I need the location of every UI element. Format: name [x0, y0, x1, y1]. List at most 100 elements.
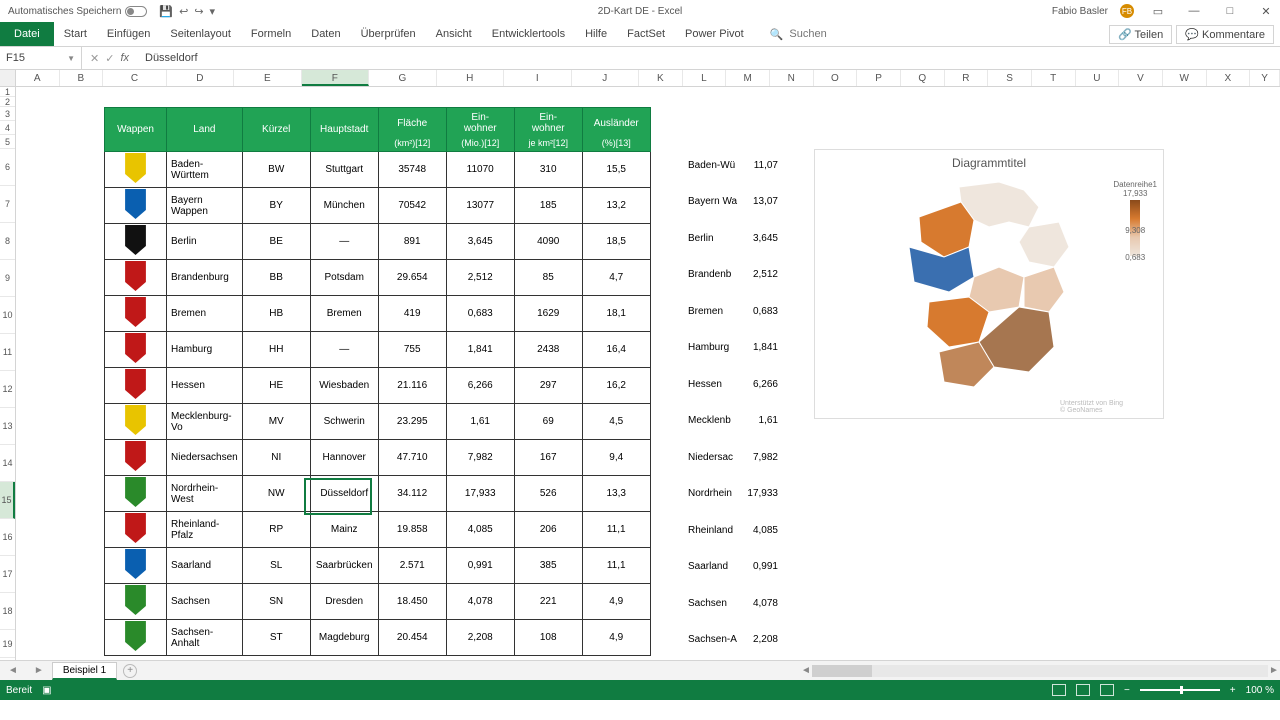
- cell-flaeche[interactable]: 23.295: [378, 404, 446, 440]
- cell-kuerzel[interactable]: MV: [242, 404, 310, 440]
- table-row[interactable]: Sachsen-Anhalt ST Magdeburg 20.454 2,208…: [105, 620, 651, 656]
- cell-land[interactable]: Sachsen: [167, 584, 243, 620]
- tab-factset[interactable]: FactSet: [617, 22, 675, 46]
- horizontal-scrollbar[interactable]: ◄►: [800, 665, 1280, 677]
- cell-land[interactable]: Hessen: [167, 368, 243, 404]
- cell-hauptstadt[interactable]: Wiesbaden: [310, 368, 378, 404]
- row-header-18[interactable]: 18: [0, 593, 15, 630]
- avatar[interactable]: FB: [1120, 4, 1134, 18]
- cell-auslaender[interactable]: 18,5: [582, 224, 650, 260]
- cell-einwohner-km2[interactable]: 310: [514, 152, 582, 188]
- cell-flaeche[interactable]: 21.116: [378, 368, 446, 404]
- close-icon[interactable]: ✕: [1254, 5, 1278, 18]
- cell-einwohner[interactable]: 3,645: [446, 224, 514, 260]
- table-row[interactable]: Hessen HE Wiesbaden 21.116 6,266 297 16,…: [105, 368, 651, 404]
- sheet-nav-prev[interactable]: ◄: [0, 665, 26, 676]
- undo-icon[interactable]: ↩: [179, 5, 188, 18]
- cell-auslaender[interactable]: 18,1: [582, 296, 650, 332]
- row-header-6[interactable]: 6: [0, 149, 15, 186]
- cell-einwohner[interactable]: 0,991: [446, 548, 514, 584]
- row-header-17[interactable]: 17: [0, 556, 15, 593]
- cell-einwohner[interactable]: 17,933: [446, 476, 514, 512]
- side-row[interactable]: Niedersac7,982: [688, 439, 778, 476]
- zoom-out-icon[interactable]: −: [1124, 685, 1130, 696]
- cell-land[interactable]: Sachsen-Anhalt: [167, 620, 243, 656]
- cell-kuerzel[interactable]: NI: [242, 440, 310, 476]
- col-header-C[interactable]: C: [103, 70, 167, 86]
- cell-einwohner[interactable]: 4,085: [446, 512, 514, 548]
- cell-kuerzel[interactable]: BW: [242, 152, 310, 188]
- cell-flaeche[interactable]: 20.454: [378, 620, 446, 656]
- col-header-W[interactable]: W: [1163, 70, 1207, 86]
- cancel-formula-icon[interactable]: ✕: [90, 52, 99, 65]
- row-header-15[interactable]: 15: [0, 482, 15, 519]
- save-icon[interactable]: 💾: [159, 5, 173, 18]
- sheet-nav-next[interactable]: ►: [26, 665, 52, 676]
- side-row[interactable]: Sachsen-A2,208: [688, 622, 778, 659]
- row-header-7[interactable]: 7: [0, 186, 15, 223]
- cell-kuerzel[interactable]: BY: [242, 188, 310, 224]
- row-header-1[interactable]: 1: [0, 87, 15, 97]
- table-row[interactable]: Bayern Wappen BY München 70542 13077 185…: [105, 188, 651, 224]
- row-header-11[interactable]: 11: [0, 334, 15, 371]
- col-header-M[interactable]: M: [726, 70, 770, 86]
- side-row[interactable]: Hamburg1,841: [688, 330, 778, 367]
- view-normal-icon[interactable]: [1052, 684, 1066, 696]
- cell-auslaender[interactable]: 11,1: [582, 512, 650, 548]
- cell-auslaender[interactable]: 16,4: [582, 332, 650, 368]
- col-header-F[interactable]: F: [302, 70, 369, 86]
- cell-land[interactable]: Hamburg: [167, 332, 243, 368]
- redo-icon[interactable]: ↪: [194, 5, 203, 18]
- cell-flaeche[interactable]: 29.654: [378, 260, 446, 296]
- sheet-tab[interactable]: Beispiel 1: [52, 662, 117, 680]
- col-header-S[interactable]: S: [988, 70, 1032, 86]
- col-header-O[interactable]: O: [814, 70, 858, 86]
- cell-einwohner-km2[interactable]: 2438: [514, 332, 582, 368]
- minimize-icon[interactable]: —: [1182, 5, 1206, 17]
- tab-review[interactable]: Überprüfen: [351, 22, 426, 46]
- cell-einwohner[interactable]: 2,512: [446, 260, 514, 296]
- cell-land[interactable]: Saarland: [167, 548, 243, 584]
- cell-land[interactable]: Niedersachsen: [167, 440, 243, 476]
- cell-einwohner-km2[interactable]: 167: [514, 440, 582, 476]
- col-header-A[interactable]: A: [16, 70, 60, 86]
- col-header-V[interactable]: V: [1119, 70, 1163, 86]
- tab-view[interactable]: Ansicht: [426, 22, 482, 46]
- cell-auslaender[interactable]: 4,9: [582, 620, 650, 656]
- cell-einwohner-km2[interactable]: 108: [514, 620, 582, 656]
- row-header-19[interactable]: 19: [0, 630, 15, 658]
- cell-einwohner-km2[interactable]: 206: [514, 512, 582, 548]
- view-pagebreak-icon[interactable]: [1100, 684, 1114, 696]
- cell-hauptstadt[interactable]: Magdeburg: [310, 620, 378, 656]
- fx-icon[interactable]: fx: [120, 52, 129, 65]
- col-header-X[interactable]: X: [1207, 70, 1251, 86]
- sheet-area[interactable]: Wappen Land Kürzel Hauptstadt Fläche Ein…: [16, 87, 1280, 660]
- tab-powerpivot[interactable]: Power Pivot: [675, 22, 754, 46]
- cell-auslaender[interactable]: 11,1: [582, 548, 650, 584]
- cell-land[interactable]: Nordrhein-West: [167, 476, 243, 512]
- ribbon-options-icon[interactable]: ▭: [1146, 5, 1170, 18]
- col-header-T[interactable]: T: [1032, 70, 1076, 86]
- cell-einwohner[interactable]: 11070: [446, 152, 514, 188]
- zoom-slider[interactable]: [1140, 689, 1220, 691]
- col-header-B[interactable]: B: [60, 70, 104, 86]
- side-row[interactable]: Saarland0,991: [688, 549, 778, 586]
- formula-value[interactable]: Düsseldorf: [137, 52, 198, 64]
- side-row[interactable]: Bremen0,683: [688, 293, 778, 330]
- cell-einwohner[interactable]: 1,841: [446, 332, 514, 368]
- cell-einwohner-km2[interactable]: 69: [514, 404, 582, 440]
- row-header-5[interactable]: 5: [0, 135, 15, 149]
- cell-auslaender[interactable]: 13,2: [582, 188, 650, 224]
- side-row[interactable]: Hessen6,266: [688, 366, 778, 403]
- cell-flaeche[interactable]: 47.710: [378, 440, 446, 476]
- tab-file[interactable]: Datei: [0, 22, 54, 46]
- cell-auslaender[interactable]: 15,5: [582, 152, 650, 188]
- tab-formulas[interactable]: Formeln: [241, 22, 301, 46]
- cell-auslaender[interactable]: 4,5: [582, 404, 650, 440]
- zoom-value[interactable]: 100 %: [1246, 685, 1274, 696]
- col-header-I[interactable]: I: [504, 70, 571, 86]
- col-header-P[interactable]: P: [857, 70, 901, 86]
- cell-kuerzel[interactable]: HH: [242, 332, 310, 368]
- side-row[interactable]: Rheinland4,085: [688, 512, 778, 549]
- cell-einwohner[interactable]: 4,078: [446, 584, 514, 620]
